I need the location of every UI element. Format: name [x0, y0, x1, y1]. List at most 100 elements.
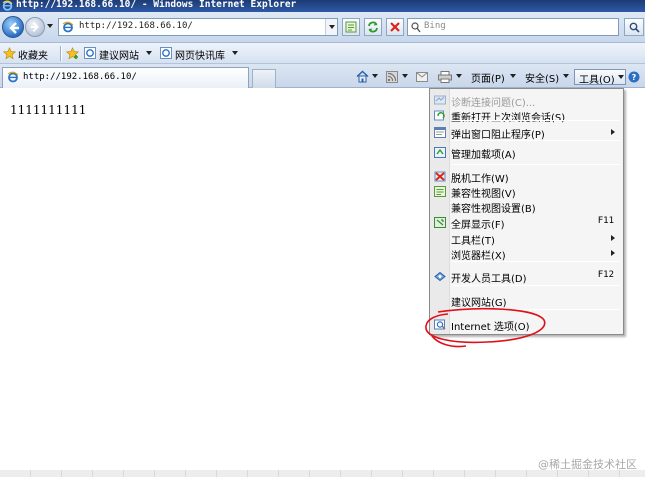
tools-menu-item-label: 诊断连接问题(C)...: [451, 98, 536, 109]
add-to-favorites-bar-button[interactable]: [66, 46, 82, 61]
tools-menu-item-9[interactable]: 工具栏(T): [431, 231, 622, 247]
tab-current[interactable]: http://192.168.66.10/: [2, 67, 249, 88]
submenu-arrow-icon: [611, 129, 618, 135]
page-body-text: 1111111111: [10, 103, 87, 117]
refresh-button[interactable]: [364, 18, 382, 36]
mail-icon: [416, 72, 428, 82]
tools-menu: 诊断连接问题(C)... 重新打开上次浏览会话(S) 弹出窗口阻止程序(P) 管理加载…: [429, 88, 624, 335]
search-input[interactable]: Bing: [407, 18, 619, 36]
tools-menu-item-label: 开发人员工具(D): [451, 274, 527, 285]
window-title: http://192.168.66.10/ - Windows Internet…: [16, 0, 297, 10]
feeds-button[interactable]: [386, 69, 412, 85]
menu-separator: [452, 285, 620, 286]
diagnose-icon: [434, 95, 446, 106]
chevron-down-icon: [402, 74, 408, 81]
tab-page-icon: [7, 71, 19, 83]
favorites-button[interactable]: 收藏夹: [3, 46, 57, 62]
search-button[interactable]: [624, 18, 644, 36]
stop-icon: [390, 22, 400, 32]
address-dropdown-icon[interactable]: [325, 19, 337, 35]
addons-icon: [434, 147, 446, 158]
page-menu-label: 页面(P): [471, 74, 505, 85]
title-bar: http://192.168.66.10/ - Windows Internet…: [0, 0, 645, 12]
add-favorite-icon: [66, 47, 80, 60]
search-provider-icon: [411, 22, 421, 33]
home-icon: [356, 70, 369, 83]
tab-bar: http://192.168.66.10/ 页面(P) 安全(S) 工具(O) …: [0, 64, 645, 88]
menu-separator: [452, 120, 620, 121]
tools-menu-item-label: 脱机工作(W): [451, 174, 509, 185]
reopen-session-icon: [434, 110, 446, 121]
help-button[interactable]: ?: [628, 69, 645, 85]
tools-menu-item-label: 兼容性视图(V): [451, 189, 516, 200]
favorites-label: 收藏夹: [18, 51, 48, 62]
feeds-icon: [386, 71, 398, 83]
print-button[interactable]: [438, 69, 466, 85]
printer-icon: [438, 71, 452, 83]
help-icon: ?: [628, 71, 640, 83]
web-slice-gallery-link[interactable]: 网页快讯库: [160, 46, 240, 62]
tools-menu-item-6[interactable]: 兼容性视图(V): [431, 184, 622, 200]
safety-menu-label: 安全(S): [525, 74, 560, 85]
suggested-sites-icon: [84, 47, 96, 59]
favorites-bar: 收藏夹 建议网站 网页快讯库: [0, 43, 645, 64]
svg-text:?: ?: [632, 73, 637, 82]
address-field[interactable]: http://192.168.66.10/: [58, 18, 338, 36]
tools-menu-item-4[interactable]: 管理加载项(A): [431, 145, 622, 161]
favorites-star-icon: [3, 47, 16, 60]
tools-menu-label: 工具(O): [579, 75, 615, 86]
web-slice-gallery-label: 网页快讯库: [175, 51, 225, 62]
tools-menu-item-7[interactable]: 兼容性视图设置(B): [431, 199, 622, 215]
page-menu-button[interactable]: 页面(P): [470, 69, 520, 85]
tools-menu-item-label: 工具栏(T): [451, 236, 495, 247]
compatibility-view-button[interactable]: [342, 18, 360, 36]
address-toolbar: http://192.168.66.10/ Bing: [0, 12, 645, 43]
compat-view-icon: [345, 21, 357, 33]
favorites-separator: [60, 46, 61, 61]
read-mail-button[interactable]: [416, 69, 430, 85]
stop-button[interactable]: [386, 18, 404, 36]
tools-menu-button[interactable]: 工具(O): [574, 69, 626, 86]
tools-menu-item-label: 全屏显示(F): [451, 220, 505, 231]
tools-menu-item-label: 管理加载项(A): [451, 150, 516, 161]
suggested-sites-link[interactable]: 建议网站: [84, 46, 154, 62]
menu-separator: [452, 261, 620, 262]
forward-button[interactable]: [25, 17, 45, 37]
tools-menu-item-8[interactable]: 全屏显示(F) F11: [431, 215, 622, 231]
developer-tools-icon: [434, 271, 446, 282]
tools-menu-item-5[interactable]: 脱机工作(W): [431, 169, 622, 185]
menu-separator: [452, 140, 620, 141]
tools-menu-item-label: 弹出窗口阻止程序(P): [451, 130, 545, 141]
tools-menu-item-10[interactable]: 浏览器栏(X): [431, 246, 622, 262]
home-button[interactable]: [356, 69, 382, 85]
tools-menu-item-shortcut: F12: [597, 270, 614, 280]
back-arrow-icon: [9, 22, 19, 34]
red-circle-annotation: [425, 307, 546, 348]
search-placeholder: Bing: [424, 21, 446, 31]
chevron-down-icon: [372, 74, 378, 81]
tools-menu-item-1: 诊断连接问题(C)...: [431, 93, 622, 109]
chevron-down-icon: [563, 74, 569, 81]
safety-menu-button[interactable]: 安全(S): [524, 69, 572, 85]
submenu-arrow-icon: [611, 250, 618, 256]
ie-logo-icon: [2, 0, 13, 11]
search-icon: [629, 22, 640, 33]
chevron-down-icon: [146, 51, 152, 58]
forward-arrow-icon: [30, 22, 39, 32]
page-icon: [62, 21, 74, 33]
new-tab-button[interactable]: [252, 69, 276, 88]
watermark: @稀土掘金技术社区: [538, 458, 637, 471]
refresh-icon: [368, 21, 378, 33]
compat-view-icon: [434, 186, 446, 197]
submenu-arrow-icon: [611, 235, 618, 241]
tools-menu-item-3[interactable]: 弹出窗口阻止程序(P): [431, 125, 622, 141]
tools-menu-item-label: 浏览器栏(X): [451, 251, 506, 262]
menu-separator: [452, 164, 620, 165]
tools-menu-item-11[interactable]: 开发人员工具(D) F12: [431, 269, 622, 285]
suggested-sites-label: 建议网站: [99, 51, 139, 62]
back-button[interactable]: [2, 16, 24, 38]
chevron-down-icon: [232, 51, 238, 58]
popup-blocker-icon: [434, 127, 446, 138]
chevron-down-icon: [618, 75, 624, 82]
history-dropdown-icon[interactable]: [47, 24, 53, 31]
